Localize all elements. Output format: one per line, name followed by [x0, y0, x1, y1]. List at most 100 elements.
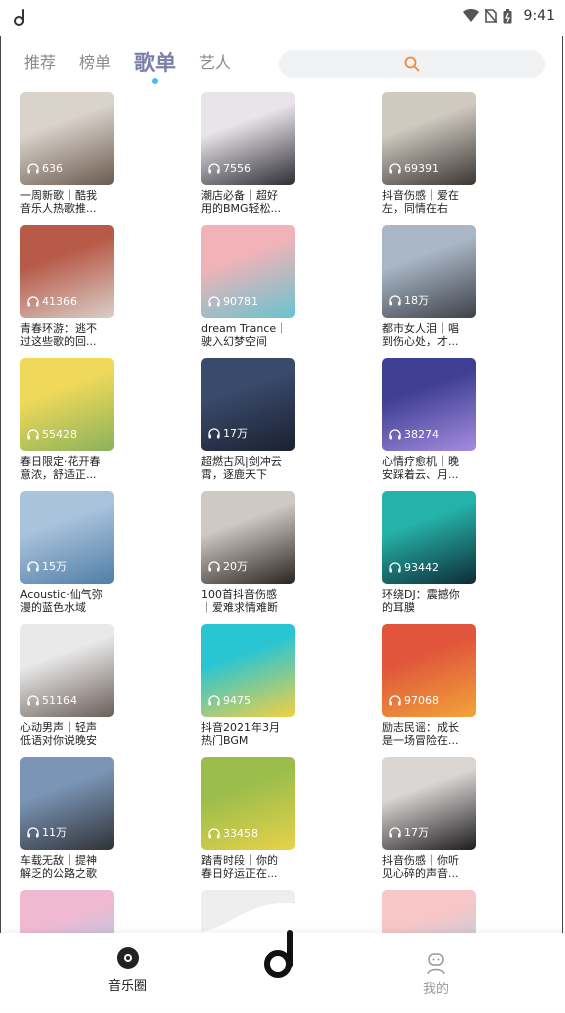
playlist-title[interactable]: 潮店必备｜超好 用的BMG轻松... [201, 189, 295, 215]
playlist-title[interactable]: 环绕DJ：震撼你 的耳膜 [382, 588, 476, 614]
playlist-title[interactable]: 车载无敌｜提神 解乏的公路之歌 [20, 854, 114, 880]
headphones-icon [27, 163, 39, 174]
headphones-icon [389, 562, 401, 573]
playlist-cover[interactable]: 18万 [382, 225, 476, 318]
play-count: 97068 [389, 694, 439, 707]
playlist-card[interactable]: 38274 心情疗愈机｜晚 安踩着云、月... [382, 358, 476, 481]
playlist-card[interactable]: 17万抖音伤感｜你听 见心碎的声音... [382, 757, 476, 880]
playlist-cover[interactable]: 97068 [382, 624, 476, 717]
playlist-cover[interactable]: 636 [20, 92, 114, 185]
tab-artists[interactable]: 艺人 [199, 48, 231, 78]
status-time: 9:41 [523, 8, 555, 24]
play-count: 51164 [27, 694, 77, 707]
play-count: 93442 [389, 561, 439, 574]
playlist-card[interactable]: 17万超燃古风|剑冲云 霄，逐鹿天下 [201, 358, 295, 481]
play-count: 38274 [389, 428, 439, 441]
playlist-title[interactable]: 都市女人泪｜唱 到伤心处，才... [382, 322, 476, 348]
playlist-card[interactable]: 7556 潮店必备｜超好 用的BMG轻松... [201, 92, 295, 215]
status-bar: 9:41 [0, 0, 565, 36]
playlist-title[interactable]: 抖音2021年3月 热门BGM [201, 721, 295, 747]
playlist-cover[interactable]: 20万 [201, 491, 295, 584]
playlist-title[interactable]: 励志民谣：成长 是一场冒险在... [382, 721, 476, 747]
tab-charts[interactable]: 榜单 [79, 48, 111, 78]
play-count-text: 18万 [404, 294, 429, 307]
headphones-icon [208, 296, 220, 307]
playlist-card[interactable]: 90781 dream Trance｜ 驶入幻梦空间 [201, 225, 295, 348]
playlist-card[interactable]: 20万 100首抖音伤感 ｜爱难求情难断 [201, 491, 295, 614]
play-count-text: 93442 [404, 561, 439, 574]
playlist-title[interactable]: 抖音伤感｜你听 见心碎的声音... [382, 854, 476, 880]
play-count: 11万 [27, 824, 67, 840]
search-bar[interactable] [279, 50, 545, 78]
play-count-text: 38274 [404, 428, 439, 441]
playlist-cover[interactable]: 11万 [20, 757, 114, 850]
playlist-cover[interactable]: 90781 [201, 225, 295, 318]
headphones-icon [208, 163, 220, 174]
play-count: 9475 [208, 694, 251, 707]
tab-playlists[interactable]: 歌单 [134, 48, 176, 84]
playlist-title[interactable]: dream Trance｜ 驶入幻梦空间 [201, 322, 295, 348]
play-count-text: 69391 [404, 162, 439, 175]
headphones-icon [208, 427, 220, 438]
vinyl-icon [116, 947, 139, 969]
playlist-title[interactable]: Acoustic·仙气弥 漫的蓝色水域 [20, 588, 114, 614]
playlist-card[interactable]: 93442 环绕DJ：震撼你 的耳膜 [382, 491, 476, 614]
play-count-text: 11万 [42, 826, 67, 839]
playlist-cover[interactable]: 51164 [20, 624, 114, 717]
playlist-cover[interactable]: 38274 [382, 358, 476, 451]
play-count-text: 51164 [42, 694, 77, 707]
play-count: 33458 [208, 827, 258, 840]
tab-recommend[interactable]: 推荐 [24, 48, 56, 78]
playlist-title[interactable]: 一周新歌｜酷我 音乐人热歌推... [20, 189, 114, 215]
wifi-icon [462, 9, 479, 22]
headphones-icon [389, 163, 401, 174]
playlist-card[interactable]: 97068 励志民谣：成长 是一场冒险在... [382, 624, 476, 747]
playlist-cover[interactable]: 33458 [201, 757, 295, 850]
play-count: 7556 [208, 162, 251, 175]
playlist-cover[interactable]: 41366 [20, 225, 114, 318]
playlist-cover[interactable]: 55428 [20, 358, 114, 451]
playlist-title[interactable]: 超燃古风|剑冲云 霄，逐鹿天下 [201, 455, 295, 481]
nav-profile[interactable]: 我的 [423, 953, 449, 997]
playlist-cover[interactable]: 7556 [201, 92, 295, 185]
playlist-card[interactable]: 18万都市女人泪｜唱 到伤心处，才... [382, 225, 476, 348]
play-count: 90781 [208, 295, 258, 308]
playlist-card[interactable]: 15万 Acoustic·仙气弥 漫的蓝色水域 [20, 491, 114, 614]
playlist-cover[interactable]: 93442 [382, 491, 476, 584]
headphones-icon [27, 296, 39, 307]
playlist-cover[interactable]: 17万 [382, 757, 476, 850]
headphones-icon [27, 826, 39, 837]
playlist-title[interactable]: 心情疗愈机｜晚 安踩着云、月... [382, 455, 476, 481]
play-count-text: 636 [42, 162, 63, 175]
app-logo-icon [14, 9, 24, 26]
playlist-title[interactable]: 踏青时段｜你的 春日好运正在... [201, 854, 295, 880]
playlist-cover[interactable]: 69391 [382, 92, 476, 185]
playlist-card[interactable]: 11万车载无敌｜提神 解乏的公路之歌 [20, 757, 114, 880]
no-sim-icon [484, 9, 497, 23]
playlist-title[interactable]: 心动男声｜轻声 低语对你说晚安 [20, 721, 114, 747]
playlist-card[interactable]: 636 一周新歌｜酷我 音乐人热歌推... [20, 92, 114, 215]
category-tabs: 推荐 榜单 歌单 艺人 [24, 48, 254, 84]
playlist-card[interactable]: 9475 抖音2021年3月 热门BGM [201, 624, 295, 747]
playlist-card[interactable]: 41366 青春环游：逃不 过这些歌的回... [20, 225, 114, 348]
playlist-card[interactable]: 33458 踏青时段｜你的 春日好运正在... [201, 757, 295, 880]
playlist-title[interactable]: 抖音伤感｜爱在 左，同情在右 [382, 189, 476, 215]
playlist-title[interactable]: 青春环游：逃不 过这些歌的回... [20, 322, 114, 348]
playlist-card[interactable]: 69391 抖音伤感｜爱在 左，同情在右 [382, 92, 476, 215]
playlist-title[interactable]: 春日限定·花开春 意浓，舒适正... [20, 455, 114, 481]
play-count-text: 7556 [223, 162, 251, 175]
play-count-text: 33458 [223, 827, 258, 840]
playlist-card[interactable]: 51164 心动男声｜轻声 低语对你说晚安 [20, 624, 114, 747]
playlist-cover[interactable]: 15万 [20, 491, 114, 584]
nav-music-circle[interactable]: 音乐圈 [108, 946, 147, 994]
headphones-icon [27, 560, 39, 571]
headphones-icon [389, 429, 401, 440]
playlist-card[interactable]: 55428 春日限定·花开春 意浓，舒适正... [20, 358, 114, 481]
playlist-cover[interactable]: 9475 [201, 624, 295, 717]
play-count: 17万 [389, 824, 429, 840]
playlist-title[interactable]: 100首抖音伤感 ｜爱难求情难断 [201, 588, 295, 614]
profile-icon [427, 953, 445, 975]
center-play-button[interactable] [262, 930, 300, 982]
play-count-text: 17万 [404, 826, 429, 839]
playlist-cover[interactable]: 17万 [201, 358, 295, 451]
